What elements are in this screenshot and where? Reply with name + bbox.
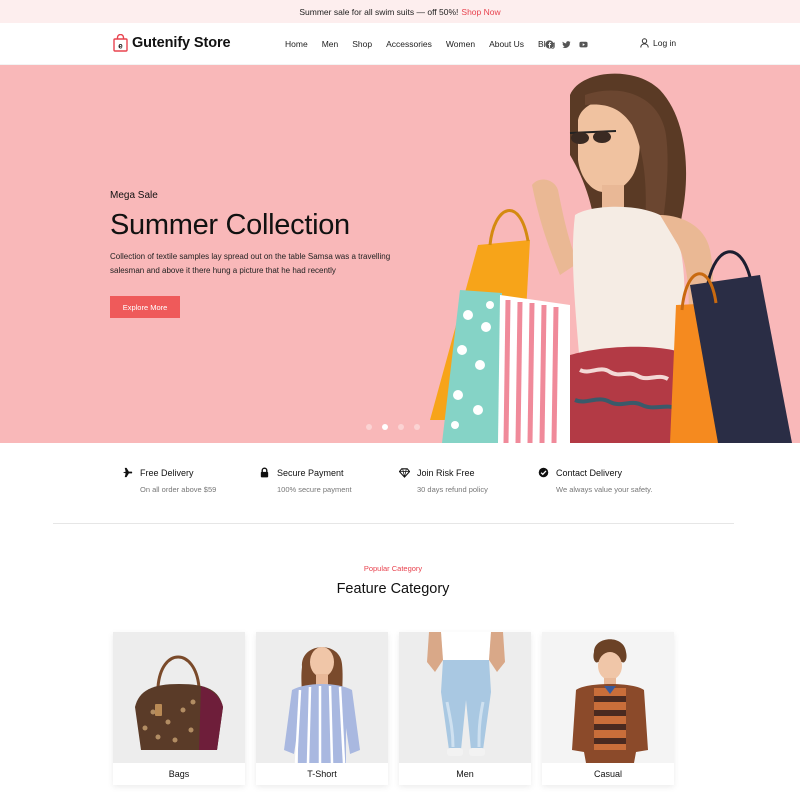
site-header: e Gutenify Store Home Men Shop Accessori…: [0, 23, 800, 65]
category-image-bags: [113, 632, 245, 763]
feature-subtitle: 30 days refund policy: [417, 485, 488, 494]
category-label: T-Short: [307, 769, 337, 779]
twitter-icon[interactable]: [561, 39, 571, 49]
nav-women[interactable]: Women: [446, 39, 475, 49]
slider-dots: [366, 424, 430, 430]
user-icon: [640, 38, 649, 48]
slider-dot[interactable]: [366, 424, 372, 430]
feature-title: Free Delivery: [140, 467, 194, 478]
nav-home[interactable]: Home: [285, 39, 308, 49]
hero-eyebrow: Mega Sale: [110, 190, 158, 201]
feature-title: Secure Payment: [277, 467, 344, 478]
facebook-icon[interactable]: [544, 39, 554, 49]
category-card-men[interactable]: Men: [399, 632, 531, 785]
section-divider: [53, 523, 734, 524]
category-card-t-short[interactable]: T-Short: [256, 632, 388, 785]
explore-more-button[interactable]: Explore More: [110, 296, 180, 318]
features-strip: Free Delivery On all order above $59 Sec…: [0, 443, 800, 523]
slider-dot[interactable]: [398, 424, 404, 430]
feature-subtitle: We always value your safety.: [556, 485, 653, 494]
nav-about-us[interactable]: About Us: [489, 39, 524, 49]
category-label: Casual: [593, 769, 622, 779]
feature-contact-delivery: Contact Delivery We always value your sa…: [538, 467, 678, 494]
announcement-text: Summer sale for all swim suits — off 50%…: [299, 6, 459, 17]
logo-text: Gutenify Store: [132, 35, 231, 51]
category-image-men: [399, 632, 531, 763]
login-label: Log in: [653, 38, 677, 48]
slider-dot[interactable]: [414, 424, 420, 430]
hero-title: Summer Collection: [110, 209, 350, 241]
nav-accessories[interactable]: Accessories: [386, 39, 432, 49]
lock-icon: [259, 467, 270, 478]
diamond-icon: [399, 467, 410, 478]
svg-text:e: e: [118, 42, 123, 51]
category-label: Men: [456, 769, 474, 779]
hero-description: Collection of textile samples lay spread…: [110, 252, 391, 275]
category-title: Feature Category: [336, 581, 450, 597]
category-image-t-short: [256, 632, 388, 763]
feature-subtitle: 100% secure payment: [277, 485, 352, 494]
site-logo[interactable]: e Gutenify Store: [113, 34, 231, 52]
announcement-bar: Summer sale for all swim suits — off 50%…: [0, 0, 800, 23]
feature-title: Contact Delivery: [556, 467, 623, 478]
shop-now-link[interactable]: Shop Now: [461, 7, 500, 17]
youtube-icon[interactable]: [578, 39, 588, 49]
nav-men[interactable]: Men: [322, 39, 339, 49]
category-card-bags[interactable]: Bags: [113, 632, 245, 785]
main-nav: Home Men Shop Accessories Women About Us…: [285, 39, 555, 49]
shopping-bag-logo-icon: e: [113, 34, 128, 52]
plane-icon: [122, 467, 133, 478]
slider-dot-active[interactable]: [382, 424, 388, 430]
feature-join-risk-free: Join Risk Free 30 days refund policy: [399, 467, 539, 494]
category-label: Bags: [168, 769, 190, 779]
category-image-casual: [542, 632, 674, 763]
feature-secure-payment: Secure Payment 100% secure payment: [259, 467, 399, 494]
feature-subtitle: On all order above $59: [140, 485, 217, 494]
category-card-casual[interactable]: Casual: [542, 632, 674, 785]
feature-title: Join Risk Free: [417, 467, 475, 478]
social-links: [544, 39, 595, 49]
hero-slider: Mega Sale Summer Collection Collection o…: [0, 65, 800, 443]
hero-model-image: [430, 73, 792, 443]
feature-free-delivery: Free Delivery On all order above $59: [122, 467, 262, 494]
category-cards: Bags T-Short Men Casual: [113, 632, 674, 785]
nav-shop[interactable]: Shop: [352, 39, 372, 49]
login-link[interactable]: Log in: [640, 38, 676, 48]
check-circle-icon: [538, 467, 549, 478]
category-eyebrow: Popular Category: [363, 564, 423, 573]
